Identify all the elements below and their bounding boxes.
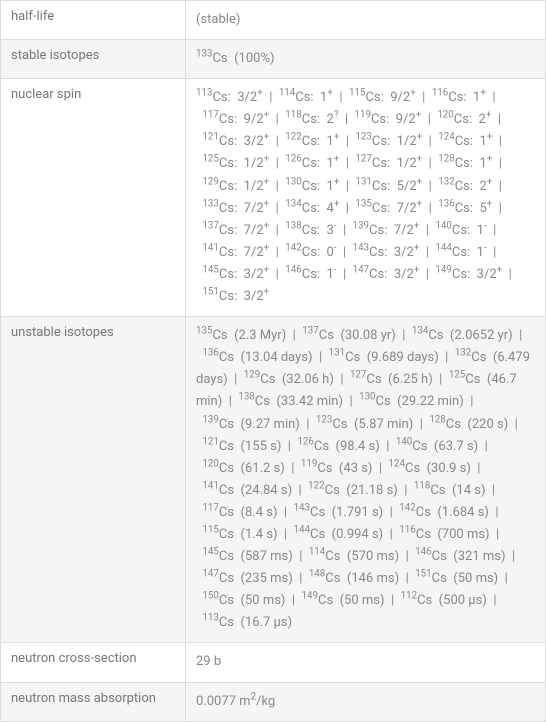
properties-table: half-life(stable)stable isotopes133Cs (1… [0, 0, 546, 722]
property-label: unstable isotopes [1, 317, 186, 642]
table-row: unstable isotopes135Cs (2.3 Myr) | 137Cs… [1, 317, 545, 643]
table-row: half-life(stable) [1, 1, 545, 40]
table-row: nuclear spin113Cs: 3/2+ | 114Cs: 1+ | 11… [1, 79, 545, 317]
property-label: neutron cross-section [1, 643, 186, 681]
property-label: neutron mass absorption [1, 683, 186, 721]
property-value: 113Cs: 3/2+ | 114Cs: 1+ | 115Cs: 9/2+ | … [186, 79, 545, 316]
property-label: nuclear spin [1, 79, 186, 316]
property-value: 0.0077 m2/kg [186, 683, 545, 721]
table-row: stable isotopes133Cs (100%) [1, 40, 545, 79]
table-row: neutron cross-section29 b [1, 643, 545, 682]
property-label: stable isotopes [1, 40, 186, 78]
table-row: neutron mass absorption0.0077 m2/kg [1, 683, 545, 721]
property-value: 135Cs (2.3 Myr) | 137Cs (30.08 yr) | 134… [186, 317, 545, 642]
property-value: 29 b [186, 643, 545, 681]
property-value: (stable) [186, 1, 545, 39]
property-value: 133Cs (100%) [186, 40, 545, 78]
property-label: half-life [1, 1, 186, 39]
